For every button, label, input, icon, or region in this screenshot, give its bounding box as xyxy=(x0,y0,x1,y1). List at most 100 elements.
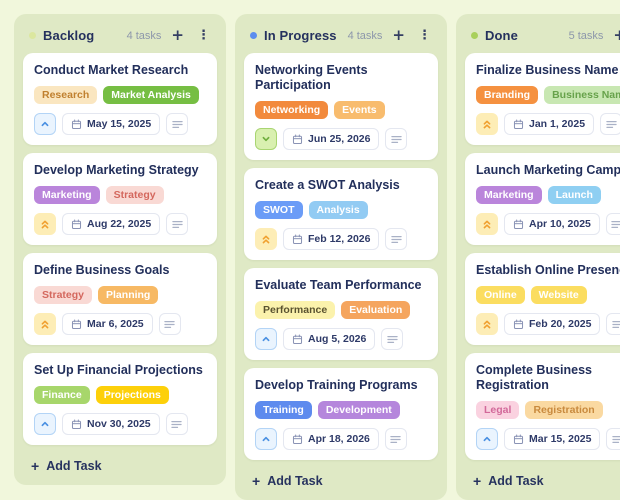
task-title: Complete Business Registration xyxy=(476,363,620,393)
due-date-chip[interactable]: Mar 6, 2025 xyxy=(62,313,153,335)
task-card[interactable]: Develop Training ProgramsTrainingDevelop… xyxy=(244,368,438,460)
task-tag[interactable]: Research xyxy=(34,86,97,104)
add-card-button[interactable]: + xyxy=(610,28,620,43)
task-tag[interactable]: Performance xyxy=(255,301,335,319)
chevrons-up-icon xyxy=(40,219,50,230)
due-date-chip[interactable]: Nov 30, 2025 xyxy=(62,413,160,435)
task-title: Conduct Market Research xyxy=(34,63,206,78)
notes-chip[interactable] xyxy=(166,213,188,235)
task-title: Create a SWOT Analysis xyxy=(255,178,427,193)
priority-urgent-chip[interactable] xyxy=(34,213,56,235)
notes-chip[interactable] xyxy=(606,213,620,235)
add-card-button[interactable]: + xyxy=(389,28,408,43)
task-tag[interactable]: Launch xyxy=(548,186,601,204)
priority-low-chip[interactable] xyxy=(255,128,277,150)
due-date-chip[interactable]: Aug 5, 2026 xyxy=(283,328,375,350)
task-controls: Mar 6, 2025 xyxy=(34,313,206,335)
notes-chip[interactable] xyxy=(166,413,188,435)
notes-chip[interactable] xyxy=(159,313,181,335)
notes-chip[interactable] xyxy=(600,113,620,135)
task-tag[interactable]: Planning xyxy=(98,286,158,304)
notes-chip[interactable] xyxy=(381,328,403,350)
task-tag[interactable]: Projections xyxy=(96,386,169,404)
task-tag[interactable]: Business Name xyxy=(544,86,620,104)
priority-high-chip[interactable] xyxy=(476,428,498,450)
task-tag[interactable]: Finance xyxy=(34,386,90,404)
column-menu-button[interactable]: ⋮ xyxy=(415,29,434,42)
task-card[interactable]: Evaluate Team PerformancePerformanceEval… xyxy=(244,268,438,360)
due-date-chip[interactable]: Jun 25, 2026 xyxy=(283,128,379,150)
priority-urgent-chip[interactable] xyxy=(34,313,56,335)
task-card[interactable]: Set Up Financial ProjectionsFinanceProje… xyxy=(23,353,217,445)
task-tag[interactable]: Website xyxy=(531,286,587,304)
task-title: Establish Online Presence xyxy=(476,263,620,278)
priority-high-chip[interactable] xyxy=(34,113,56,135)
priority-high-chip[interactable] xyxy=(34,413,56,435)
notes-chip[interactable] xyxy=(385,228,407,250)
due-date-label: Apr 18, 2026 xyxy=(308,433,370,445)
task-tag[interactable]: Marketing xyxy=(34,186,100,204)
column-menu-button[interactable]: ⋮ xyxy=(194,29,213,42)
task-tag[interactable]: Analysis xyxy=(309,201,368,219)
due-date-chip[interactable]: Aug 22, 2025 xyxy=(62,213,160,235)
task-tag[interactable]: Market Analysis xyxy=(103,86,199,104)
notes-icon xyxy=(164,320,175,329)
column-in-progress: In Progress4 tasks+⋮Networking Events Pa… xyxy=(235,14,447,500)
task-card[interactable]: Complete Business Registration Legal Regis… xyxy=(465,353,620,460)
calendar-icon xyxy=(292,334,303,345)
priority-urgent-chip[interactable] xyxy=(476,213,498,235)
task-card[interactable]: Conduct Market Research Research Market An… xyxy=(23,53,217,145)
calendar-icon xyxy=(513,434,524,445)
task-tag[interactable]: Legal xyxy=(476,401,519,419)
notes-chip[interactable] xyxy=(606,313,620,335)
due-date-chip[interactable]: Jan 1, 2025 xyxy=(504,113,594,135)
task-card[interactable]: Develop Marketing Strategy Marketing Strat… xyxy=(23,153,217,245)
task-tag[interactable]: Development xyxy=(318,401,400,419)
add-task-button[interactable]: +Add Task xyxy=(244,468,438,490)
task-card[interactable]: Finalize Business NameBrandingBusiness N… xyxy=(465,53,620,145)
notes-chip[interactable] xyxy=(385,428,407,450)
tag-row: Marketing Strategy xyxy=(34,186,206,204)
task-tag[interactable]: Events xyxy=(334,101,384,119)
priority-urgent-chip[interactable] xyxy=(255,228,277,250)
notes-icon xyxy=(391,235,402,244)
tag-row: Training Development xyxy=(255,401,427,419)
notes-chip[interactable] xyxy=(606,428,620,450)
task-tag[interactable]: SWOT xyxy=(255,201,303,219)
due-date-chip[interactable]: May 15, 2025 xyxy=(62,113,160,135)
column-title: In Progress xyxy=(264,28,337,43)
due-date-chip[interactable]: Mar 15, 2025 xyxy=(504,428,600,450)
task-tag[interactable]: Strategy xyxy=(34,286,92,304)
add-task-button[interactable]: +Add Task xyxy=(465,468,620,490)
task-tag[interactable]: Evaluation xyxy=(341,301,410,319)
due-date-chip[interactable]: Apr 18, 2026 xyxy=(283,428,379,450)
priority-urgent-chip[interactable] xyxy=(476,313,498,335)
task-card[interactable]: Establish Online Presence Online Website Fe… xyxy=(465,253,620,345)
add-task-button[interactable]: +Add Task xyxy=(23,453,217,475)
task-tag[interactable]: Registration xyxy=(525,401,602,419)
task-tag[interactable]: Strategy xyxy=(106,186,164,204)
task-tag[interactable]: Branding xyxy=(476,86,538,104)
due-date-chip[interactable]: Apr 10, 2025 xyxy=(504,213,600,235)
notes-chip[interactable] xyxy=(385,128,407,150)
notes-chip[interactable] xyxy=(166,113,188,135)
tag-row: Marketing Launch xyxy=(476,186,620,204)
priority-high-chip[interactable] xyxy=(255,328,277,350)
task-title: Develop Marketing Strategy xyxy=(34,163,206,178)
task-tag[interactable]: Networking xyxy=(255,101,328,119)
task-tag[interactable]: Online xyxy=(476,286,525,304)
task-card[interactable]: Define Business GoalsStrategyPlanningMar… xyxy=(23,253,217,345)
column-task-count: 5 tasks xyxy=(569,30,604,42)
due-date-chip[interactable]: Feb 20, 2025 xyxy=(504,313,600,335)
calendar-icon xyxy=(292,134,303,145)
task-tag[interactable]: Training xyxy=(255,401,312,419)
task-card[interactable]: Launch Marketing CampaignMarketingLaunch… xyxy=(465,153,620,245)
task-card[interactable]: Create a SWOT Analysis SWOT Analysis Feb 12… xyxy=(244,168,438,260)
priority-urgent-chip[interactable] xyxy=(476,113,498,135)
task-tag[interactable]: Marketing xyxy=(476,186,542,204)
priority-high-chip[interactable] xyxy=(255,428,277,450)
add-card-button[interactable]: + xyxy=(168,28,187,43)
task-card[interactable]: Networking Events ParticipationNetworkin… xyxy=(244,53,438,160)
chevron-up-icon xyxy=(482,434,492,444)
due-date-chip[interactable]: Feb 12, 2026 xyxy=(283,228,379,250)
